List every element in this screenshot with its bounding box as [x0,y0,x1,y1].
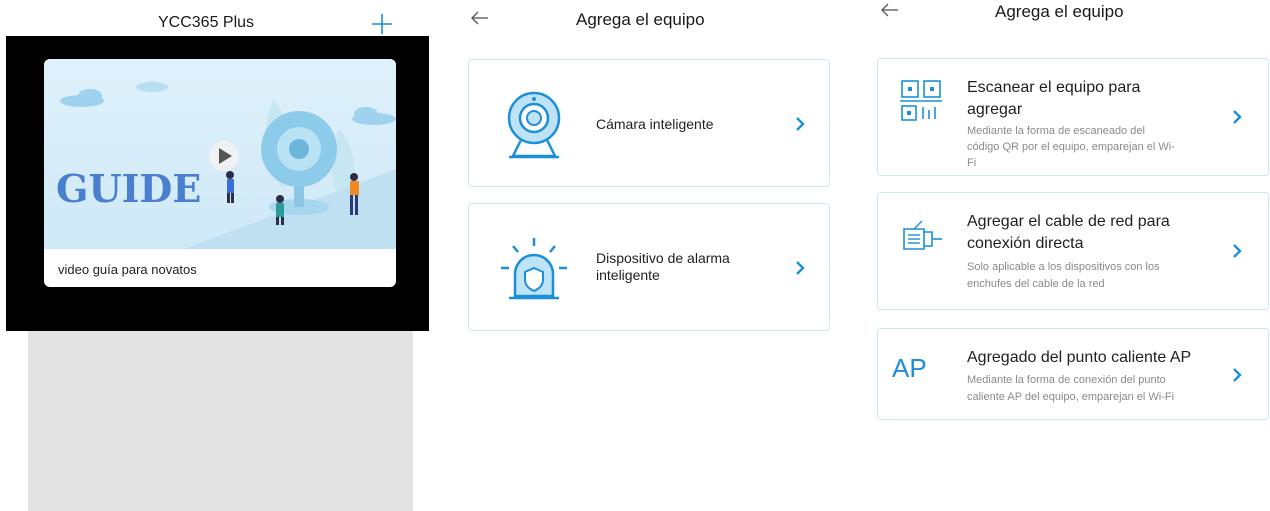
smart-camera-option[interactable]: Cámara inteligente [468,59,830,187]
ethernet-desc-line1: Solo aplicable a los dispositivos con lo… [967,261,1160,273]
guide-video-card[interactable]: GUIDE video guía para novatos [44,59,396,287]
ap-desc-line2: caliente AP del equipo, emparejan el Wi-… [967,391,1175,403]
ethernet-title-line2: conexión directa [967,235,1084,252]
back-arrow-icon[interactable] [880,2,902,18]
back-arrow-icon[interactable] [470,10,492,26]
screen: YCC365 Plus GUIDE video guía para novato… [0,0,1270,511]
chevron-right-icon [796,261,805,275]
qr-scan-desc-line3: Fi [967,157,977,169]
ethernet-option[interactable]: Agregar el cable de red para conexión di… [877,192,1269,310]
smart-alarm-label-line2: inteligente [596,267,660,283]
qr-scan-desc-line1: Mediante la forma de escaneado del [967,125,1145,137]
qr-scan-desc-line2: código QR por el equipo, emparejan el Wi… [967,141,1175,153]
app-title: YCC365 Plus [158,14,255,31]
ap-title: Agregado del punto caliente AP [967,349,1192,366]
chevron-right-icon [796,117,805,131]
ethernet-title-line1: Agregar el cable de red para [967,213,1170,230]
qr-scan-title-line1: Escanear el equipo para [967,79,1141,96]
guide-caption: video guía para novatos [58,262,197,277]
guide-banner-text: GUIDE [56,166,201,211]
ap-icon: AP [892,353,927,383]
smart-alarm-option[interactable]: Dispositivo de alarma inteligente [468,203,830,331]
empty-device-area [28,331,413,511]
plus-icon[interactable] [370,12,394,36]
qr-scan-icon [900,80,942,121]
page-title: Agrega el equipo [576,10,705,29]
ethernet-desc-line2: enchufes del cable de la red [967,278,1105,290]
alarm-icon [501,238,567,300]
ap-hotspot-option[interactable]: AP Agregado del punto caliente AP Median… [877,328,1269,420]
guide-illustration: GUIDE [44,59,396,249]
page-title: Agrega el equipo [995,2,1124,21]
chevron-right-icon [1233,110,1242,124]
chevron-right-icon [1233,244,1242,258]
qr-scan-title-line2: agregar [967,101,1023,118]
person-figure-1 [226,171,234,203]
chevron-right-icon [1233,368,1242,382]
smart-alarm-label-line1: Dispositivo de alarma [596,250,730,266]
camera-icon [507,91,561,159]
qr-scan-option[interactable]: Escanear el equipo para agregar Mediante… [877,58,1269,176]
smart-camera-label: Cámara inteligente [596,116,714,132]
ap-desc-line1: Mediante la forma de conexión del punto [967,374,1166,386]
ethernet-cable-icon [903,220,942,250]
